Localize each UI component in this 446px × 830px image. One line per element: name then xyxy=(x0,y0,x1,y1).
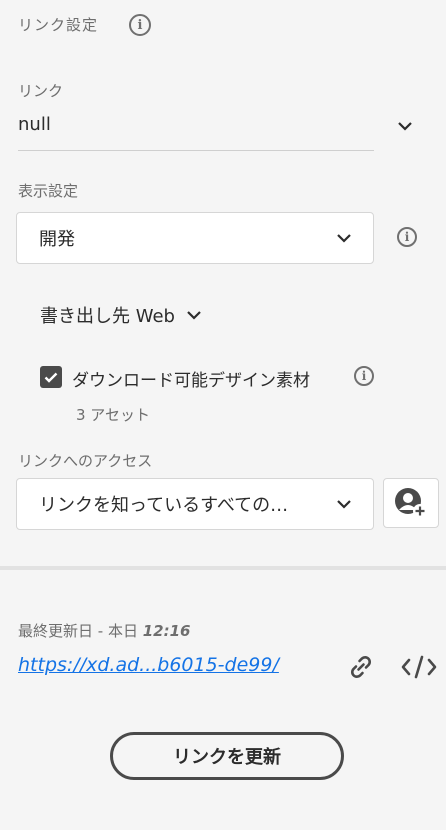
info-icon[interactable]: i xyxy=(129,14,151,36)
embed-code-button[interactable] xyxy=(400,652,438,686)
chevron-down-icon[interactable] xyxy=(398,122,412,131)
checkmark-icon xyxy=(44,372,58,383)
invite-user-button[interactable] xyxy=(383,478,439,528)
chevron-down-icon xyxy=(187,310,201,320)
link-access-value: リンクを知っているすべての… xyxy=(39,495,289,516)
section-title-link-settings: リンク設定 xyxy=(18,16,99,34)
display-settings-select[interactable]: 開発 xyxy=(16,212,374,264)
link-access-select[interactable]: リンクを知っているすべての… xyxy=(16,478,374,530)
chevron-down-icon xyxy=(337,499,351,509)
embed-code-icon xyxy=(401,655,437,679)
link-field[interactable]: null xyxy=(18,114,374,152)
display-settings-value: 開発 xyxy=(39,229,75,250)
last-updated-time: 12:16 xyxy=(142,622,191,640)
info-icon[interactable]: i xyxy=(397,227,417,247)
info-icon[interactable]: i xyxy=(354,366,374,386)
download-assets-checkbox[interactable] xyxy=(40,366,62,388)
add-user-icon xyxy=(395,488,427,518)
display-settings-label: 表示設定 xyxy=(18,182,79,200)
section-divider xyxy=(0,566,446,570)
link-field-underline xyxy=(18,150,374,151)
export-target-label: 書き出し先 Web xyxy=(40,306,175,327)
share-url-link[interactable]: https://xd.ad...b6015-de99/ xyxy=(18,654,279,676)
link-label: リンク xyxy=(18,82,64,100)
link-value: null xyxy=(18,114,51,135)
asset-count: 3 アセット xyxy=(76,406,151,424)
update-link-button[interactable]: リンクを更新 xyxy=(110,732,344,780)
copy-link-button[interactable] xyxy=(346,652,376,686)
link-access-label: リンクへのアクセス xyxy=(18,452,153,470)
export-target-dropdown[interactable]: 書き出し先 Web xyxy=(40,302,201,328)
last-updated: 最終更新日 - 本日 12:16 xyxy=(18,620,190,641)
link-icon xyxy=(351,656,371,678)
chevron-down-icon xyxy=(337,233,351,243)
last-updated-prefix: 最終更新日 - 本日 xyxy=(18,622,138,640)
download-assets-label: ダウンロード可能デザイン素材 xyxy=(72,371,310,391)
